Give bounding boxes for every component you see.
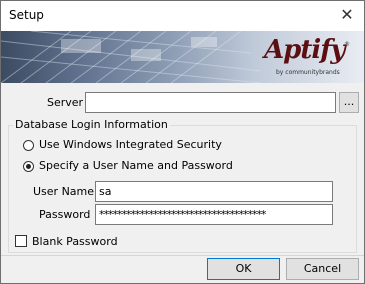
windows-security-radio[interactable] bbox=[23, 140, 34, 151]
specify-credentials-radio[interactable] bbox=[23, 161, 34, 172]
server-label: Server bbox=[47, 96, 84, 109]
username-input[interactable]: sa bbox=[95, 181, 333, 202]
banner: Aptify ® by communitybrands bbox=[1, 31, 364, 83]
specify-credentials-label[interactable]: Specify a User Name and Password bbox=[39, 159, 233, 172]
setup-dialog: Setup ✕ Aptify ® by communitybrands Serv… bbox=[0, 0, 365, 284]
blank-password-label[interactable]: Blank Password bbox=[32, 235, 118, 248]
logo-trademark: ® bbox=[344, 41, 350, 48]
windows-security-label[interactable]: Use Windows Integrated Security bbox=[39, 138, 222, 151]
close-icon[interactable]: ✕ bbox=[334, 4, 360, 26]
aptify-logo: Aptify ® by communitybrands bbox=[264, 35, 352, 79]
logo-text: Aptify bbox=[264, 35, 346, 65]
window-title: Setup bbox=[9, 8, 44, 22]
title-bar: Setup ✕ bbox=[1, 1, 364, 31]
logo-tagline: by communitybrands bbox=[276, 69, 340, 76]
password-label: Password bbox=[39, 208, 91, 221]
footer-divider bbox=[1, 255, 364, 256]
blank-password-checkbox[interactable] bbox=[15, 235, 27, 247]
radio-selected-dot bbox=[26, 164, 31, 169]
login-group-legend: Database Login Information bbox=[13, 118, 170, 131]
server-input[interactable] bbox=[85, 92, 336, 113]
ok-button[interactable]: OK bbox=[207, 258, 280, 280]
username-label: User Name bbox=[33, 185, 95, 198]
browse-server-button[interactable]: ... bbox=[339, 92, 359, 113]
cancel-button[interactable]: Cancel bbox=[286, 258, 359, 280]
password-input[interactable]: ************************************* bbox=[95, 204, 333, 225]
